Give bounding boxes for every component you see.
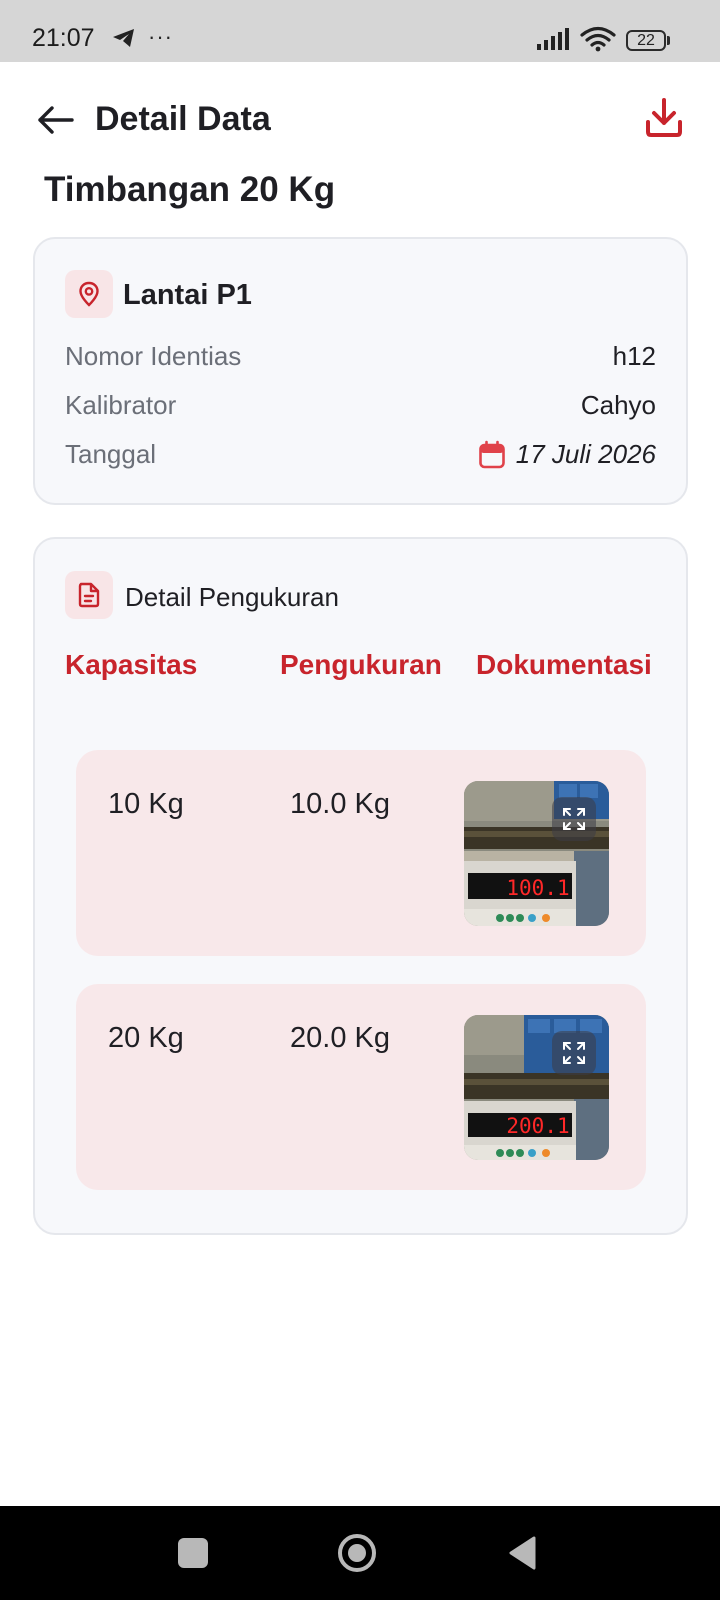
more-dots-icon: ··· [148, 24, 173, 49]
display-reading: 100.1 [506, 876, 569, 900]
display-reading: 200.1 [506, 1114, 569, 1138]
calendar-icon [478, 440, 505, 468]
subject-title: Timbangan 20 Kg [44, 170, 336, 209]
system-nav-bar [0, 1506, 720, 1600]
info-row-calibrator: Kalibrator Cahyo [65, 390, 656, 426]
column-header-measurement: Pengukuran [280, 649, 442, 680]
measurement-card: Detail Pengukuran Kapasitas Pengukuran D… [33, 537, 688, 1235]
measurement-section-title: Detail Pengukuran [125, 582, 339, 612]
capacity-value: 10 Kg [108, 788, 184, 820]
date-label: Tanggal [65, 439, 157, 469]
capacity-value: 20 Kg [108, 1022, 184, 1054]
location-icon-box [65, 270, 113, 318]
app-bar: Detail Data [0, 62, 720, 178]
measurement-row: 20 Kg 20.0 Kg 200.1 [76, 984, 646, 1190]
battery-icon: 22 [626, 30, 670, 51]
column-header-capacity: Kapasitas [65, 649, 198, 680]
page-title: Detail Data [95, 100, 271, 138]
expand-button[interactable] [552, 1031, 596, 1075]
status-bar: 21:07 ··· 22 [0, 0, 720, 62]
location-pin-icon [79, 281, 99, 307]
identity-value: h12 [612, 341, 656, 371]
document-icon-box [65, 571, 113, 619]
calibrator-label: Kalibrator [65, 390, 177, 420]
expand-icon [563, 808, 585, 830]
info-row-date: Tanggal 17 Juli 2026 [65, 439, 656, 475]
location-label: Lantai P1 [123, 279, 252, 311]
back-triangle-icon[interactable] [506, 1535, 538, 1571]
back-button[interactable] [34, 98, 78, 142]
info-row-identity: Nomor Identias h12 [65, 341, 656, 377]
status-time: 21:07 [32, 24, 95, 52]
arrow-left-icon [38, 106, 74, 134]
calibrator-value: Cahyo [580, 390, 656, 420]
expand-button[interactable] [552, 797, 596, 841]
home-circle-icon[interactable] [337, 1533, 377, 1573]
documentation-photo[interactable]: 200.1 [464, 1015, 609, 1160]
battery-level: 22 [637, 32, 655, 49]
expand-icon [563, 1042, 585, 1064]
info-card: Lantai P1 Nomor Identias h12 Kalibrator … [33, 237, 688, 505]
download-icon [646, 98, 682, 137]
download-button[interactable] [640, 94, 688, 142]
document-icon [78, 582, 100, 608]
wifi-icon [580, 26, 616, 52]
documentation-photo[interactable]: 100.1 [464, 781, 609, 926]
signal-icon [537, 28, 569, 50]
telegram-icon [113, 29, 134, 47]
date-value: 17 Juli 2026 [515, 439, 656, 469]
recents-square-icon[interactable] [178, 1538, 208, 1568]
identity-label: Nomor Identias [65, 341, 242, 371]
column-header-documentation: Dokumentasi [476, 649, 652, 680]
date-value-wrap: 17 Juli 2026 [478, 439, 656, 470]
measurement-value: 10.0 Kg [290, 788, 390, 820]
measurement-row: 10 Kg 10.0 Kg 100.1 [76, 750, 646, 956]
measurement-value: 20.0 Kg [290, 1022, 390, 1054]
